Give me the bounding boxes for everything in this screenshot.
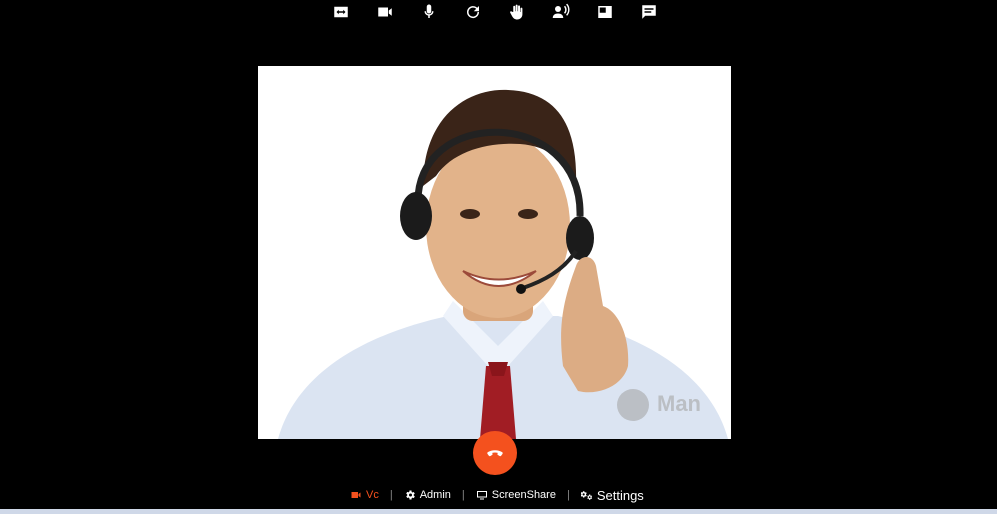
nav-divider: | — [461, 489, 465, 501]
speaker-voice-icon — [552, 3, 570, 18]
top-toolbar — [320, 0, 670, 24]
microphone-icon — [424, 4, 434, 18]
layout-button[interactable] — [594, 1, 616, 23]
refresh-button[interactable] — [462, 1, 484, 23]
nav-item-label: Settings — [596, 487, 644, 503]
gear-icon — [405, 490, 415, 500]
raise-hand-button[interactable] — [506, 1, 528, 23]
swap-camera-button[interactable] — [330, 1, 352, 23]
video-participant-image — [258, 66, 731, 439]
chat-button[interactable] — [638, 1, 660, 23]
nav-divider: | — [566, 489, 570, 501]
gears-icon — [580, 491, 592, 500]
monitor-icon — [476, 491, 487, 500]
nav-item-label: ScreenShare — [491, 489, 556, 501]
refresh-icon — [467, 6, 480, 19]
video-toggle-button[interactable] — [374, 1, 396, 23]
nav-item-admin[interactable]: Admin — [404, 489, 451, 501]
nav-item-label: Admin — [419, 489, 451, 501]
speaker-button[interactable] — [550, 1, 572, 23]
end-call-button[interactable] — [473, 431, 517, 475]
bottom-strip — [0, 509, 997, 514]
nav-item-screenshare[interactable]: ScreenShare — [476, 489, 556, 501]
nav-item-settings[interactable]: Settings — [580, 487, 644, 503]
end-call-icon — [487, 450, 503, 457]
nav-divider: | — [389, 489, 393, 501]
raise-hand-icon — [510, 4, 523, 20]
watermark-camera-icon — [617, 389, 649, 421]
video-watermark: Man — [657, 391, 701, 416]
video-camera-icon — [378, 7, 392, 17]
video-feed: Man — [258, 66, 731, 439]
chat-icon — [642, 5, 656, 19]
microphone-button[interactable] — [418, 1, 440, 23]
nav-item-label: Vc — [366, 489, 379, 501]
layout-icon — [598, 6, 612, 18]
bottom-nav: Vc | Admin | ScreenShare | Settings — [350, 484, 644, 506]
nav-item-vc[interactable]: Vc — [350, 489, 379, 501]
video-camera-icon — [351, 492, 361, 498]
swap-icon — [334, 6, 348, 18]
